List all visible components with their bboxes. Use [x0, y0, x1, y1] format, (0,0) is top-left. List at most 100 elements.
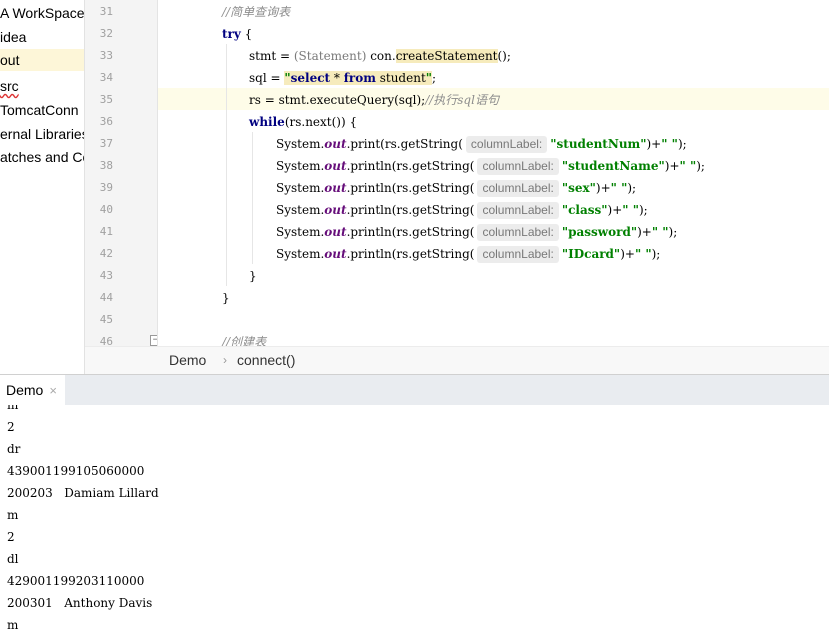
console-line: 429001199203110000: [7, 574, 145, 588]
line-number: 46: [99, 335, 113, 346]
code-method-highlight: createStatement: [395, 49, 498, 63]
code-text: )+: [664, 159, 680, 173]
code-line-42: System.out.println(rs.getString(columnLa…: [276, 243, 829, 265]
code-string: "studentName": [561, 159, 665, 173]
code-string: " ": [610, 181, 628, 195]
code-string: " ": [651, 225, 669, 239]
tree-item-label: A WorkSpace: [0, 5, 85, 21]
code-field: out: [324, 225, 347, 239]
code-editor[interactable]: //简单查询表 try { stmt = (Statement) con.cre…: [158, 0, 829, 346]
tree-item-src[interactable]: src: [0, 75, 23, 97]
breadcrumb-class[interactable]: Demo: [169, 347, 206, 374]
code-string: " ": [634, 247, 652, 261]
code-text: System.: [276, 159, 325, 173]
code-text: ();: [497, 49, 511, 63]
tree-item-workspace[interactable]: A WorkSpace: [0, 2, 85, 24]
code-text: .println(rs.getString(: [346, 181, 475, 195]
tree-item-scratches-and-consoles[interactable]: atches and Co: [0, 146, 85, 168]
line-number: 39: [99, 181, 113, 194]
keyword-while: while: [249, 115, 285, 129]
code-line-33: stmt = (Statement) con.createStatement()…: [249, 45, 829, 67]
console-line: 200301 Anthony Davis: [7, 596, 153, 610]
line-number: 35: [99, 93, 113, 106]
line-number: 33: [99, 49, 113, 62]
code-line-32: try {: [222, 23, 829, 45]
sql-keyword: select: [290, 71, 331, 85]
tree-item-idea[interactable]: idea: [0, 26, 30, 48]
code-line-40: System.out.println(rs.getString(columnLa…: [276, 199, 829, 221]
tree-item-label: TomcatConn: [0, 102, 79, 118]
parameter-hint: columnLabel:: [477, 180, 559, 197]
code-text: .println(rs.getString(: [346, 159, 475, 173]
code-text: System.: [276, 203, 325, 217]
line-number: 37: [99, 137, 113, 150]
code-text: *: [330, 71, 344, 85]
code-text: );: [677, 137, 687, 151]
code-line-35: rs = stmt.executeQuery(sql);//执行sql语句: [249, 89, 499, 111]
code-text: (rs.next()) {: [284, 115, 358, 129]
line-number: 44: [99, 291, 113, 304]
close-icon[interactable]: ×: [49, 383, 57, 398]
parameter-hint: columnLabel:: [477, 246, 559, 263]
code-text: );: [696, 159, 705, 173]
code-line-31: //简单查询表: [222, 1, 829, 23]
code-text: );: [651, 247, 661, 261]
tree-item-label: idea: [0, 29, 27, 45]
code-text: }: [222, 291, 230, 305]
code-text: {: [240, 27, 253, 41]
breadcrumb-separator: ›: [223, 353, 227, 367]
tree-item-label: src: [0, 78, 19, 94]
code-text: );: [668, 225, 678, 239]
parameter-hint: columnLabel:: [477, 202, 559, 219]
tree-item-out[interactable]: out: [0, 49, 84, 71]
indent-guide: [252, 132, 253, 264]
tree-item-external-libraries[interactable]: ernal Libraries: [0, 123, 85, 145]
code-text: .println(rs.getString(: [346, 247, 475, 261]
console-line: 439001199105060000: [7, 464, 145, 478]
console-line: m: [7, 405, 19, 412]
code-comment: //简单查询表: [222, 5, 291, 19]
code-text: System.: [276, 247, 325, 261]
console-line: m: [7, 618, 19, 632]
code-line-37: System.out.print(rs.getString(columnLabe…: [276, 133, 829, 155]
line-number: 32: [99, 27, 113, 40]
tree-item-tomcat-connector[interactable]: TomcatConn: [0, 99, 83, 121]
code-text: System.: [276, 181, 325, 195]
code-comment: //执行sql语句: [425, 93, 499, 107]
code-field: out: [324, 203, 347, 217]
breadcrumb: Demo › connect(): [85, 346, 829, 374]
console-output[interactable]: m 2 dr 439001199105060000 200203 Damiam …: [0, 405, 829, 640]
editor-gutter: 31 32 33 34 35 36 37 38 39 40 41 42 43 4…: [85, 0, 158, 346]
sql-keyword: from: [343, 71, 376, 85]
code-text: con.: [366, 49, 396, 63]
code-text: .println(rs.getString(: [346, 225, 475, 239]
code-cast: (Statement): [293, 49, 367, 63]
tree-item-label: atches and Co: [0, 149, 85, 165]
code-text: .print(rs.getString(: [346, 137, 463, 151]
code-line-44: }: [222, 287, 829, 309]
run-tab-demo[interactable]: Demo ×: [0, 375, 65, 405]
code-string: "studentNum": [550, 137, 647, 151]
code-line-34: sql = "select * from student";: [249, 67, 829, 89]
code-text: )+: [607, 203, 623, 217]
line-number: 43: [99, 269, 113, 282]
tree-item-label: ernal Libraries: [0, 126, 85, 142]
code-text: )+: [595, 181, 611, 195]
parameter-hint: columnLabel:: [477, 158, 559, 175]
code-text: student: [375, 71, 426, 85]
console-line: dr: [7, 442, 21, 456]
run-tab-bar: Demo ×: [0, 374, 829, 406]
code-text: )+: [637, 225, 652, 239]
fold-minus-icon[interactable]: −: [150, 335, 157, 346]
code-string: " ": [622, 203, 639, 217]
code-text: );: [638, 203, 648, 217]
line-number: 36: [99, 115, 113, 128]
code-text: rs = stmt.executeQuery(sql);: [249, 93, 426, 107]
console-line: 2: [7, 420, 15, 434]
line-number: 31: [99, 5, 113, 18]
code-string: " ": [661, 137, 678, 151]
parameter-hint: columnLabel:: [465, 136, 548, 153]
code-field: out: [324, 159, 347, 173]
breadcrumb-method[interactable]: connect(): [237, 347, 295, 374]
code-text: sql =: [249, 71, 285, 85]
